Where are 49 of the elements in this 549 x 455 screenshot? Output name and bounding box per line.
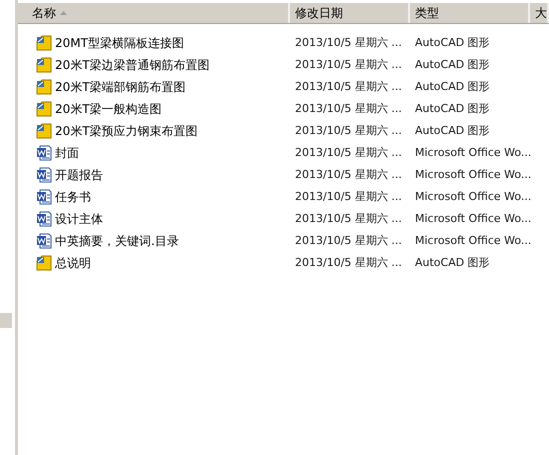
column-header[interactable]: 大 xyxy=(530,3,549,23)
file-name[interactable]: 20米T梁边梁普通钢筋布置图 xyxy=(55,56,210,74)
drawing-file-icon xyxy=(36,35,52,51)
file-type: Microsoft Office Wo... xyxy=(415,146,532,159)
file-type: AutoCAD 图形 xyxy=(415,58,490,71)
file-type: AutoCAD 图形 xyxy=(415,124,490,137)
drawing-file-icon xyxy=(36,255,52,271)
file-name[interactable]: 开题报告 xyxy=(55,166,103,184)
drawing-file-icon xyxy=(36,57,52,73)
drawing-file-icon xyxy=(36,79,52,95)
modified-date: 2013/10/5 星期六 ... xyxy=(295,36,402,49)
file-type: AutoCAD 图形 xyxy=(415,256,490,269)
file-name[interactable]: 总说明 xyxy=(55,254,91,272)
document-file-icon xyxy=(36,211,52,227)
file-name[interactable]: 20MT型梁横隔板连接图 xyxy=(55,34,184,52)
column-header[interactable]: 类型 xyxy=(410,3,530,23)
file-name[interactable]: 20米T梁一般构造图 xyxy=(55,100,162,118)
file-type: AutoCAD 图形 xyxy=(415,102,490,115)
modified-date: 2013/10/5 星期六 ... xyxy=(295,212,402,225)
document-file-icon xyxy=(36,167,52,183)
modified-date: 2013/10/5 星期六 ... xyxy=(295,256,402,269)
modified-date: 2013/10/5 星期六 ... xyxy=(295,58,402,71)
file-type: AutoCAD 图形 xyxy=(415,36,490,49)
modified-date: 2013/10/5 星期六 ... xyxy=(295,124,402,137)
modified-date: 2013/10/5 星期六 ... xyxy=(295,80,402,93)
file-name[interactable]: 20米T梁端部钢筋布置图 xyxy=(55,78,186,96)
file-type: Microsoft Office Wo... xyxy=(415,234,532,247)
file-name[interactable]: 封面 xyxy=(55,144,79,162)
drawing-file-icon xyxy=(36,101,52,117)
file-type: Microsoft Office Wo... xyxy=(415,212,532,225)
file-name[interactable]: 中英摘要，关键词.目录 xyxy=(55,232,179,250)
modified-date: 2013/10/5 星期六 ... xyxy=(295,168,402,181)
modified-date: 2013/10/5 星期六 ... xyxy=(295,190,402,203)
modified-date: 2013/10/5 星期六 ... xyxy=(295,234,402,247)
column-header[interactable]: 名称 xyxy=(18,3,290,23)
document-file-icon xyxy=(36,233,52,249)
modified-date: 2013/10/5 星期六 ... xyxy=(295,146,402,159)
document-file-icon xyxy=(36,189,52,205)
file-name[interactable]: 20米T梁预应力钢束布置图 xyxy=(55,122,198,140)
document-file-icon xyxy=(36,145,52,161)
drawing-file-icon xyxy=(36,123,52,139)
file-type: Microsoft Office Wo... xyxy=(415,168,532,181)
file-type: AutoCAD 图形 xyxy=(415,80,490,93)
file-name[interactable]: 设计主体 xyxy=(55,210,103,228)
modified-date: 2013/10/5 星期六 ... xyxy=(295,102,402,115)
file-name[interactable]: 任务书 xyxy=(55,188,91,206)
scrollbar-thumb[interactable] xyxy=(0,313,12,328)
file-type: Microsoft Office Wo... xyxy=(415,190,532,203)
column-header[interactable]: 修改日期 xyxy=(290,3,410,23)
